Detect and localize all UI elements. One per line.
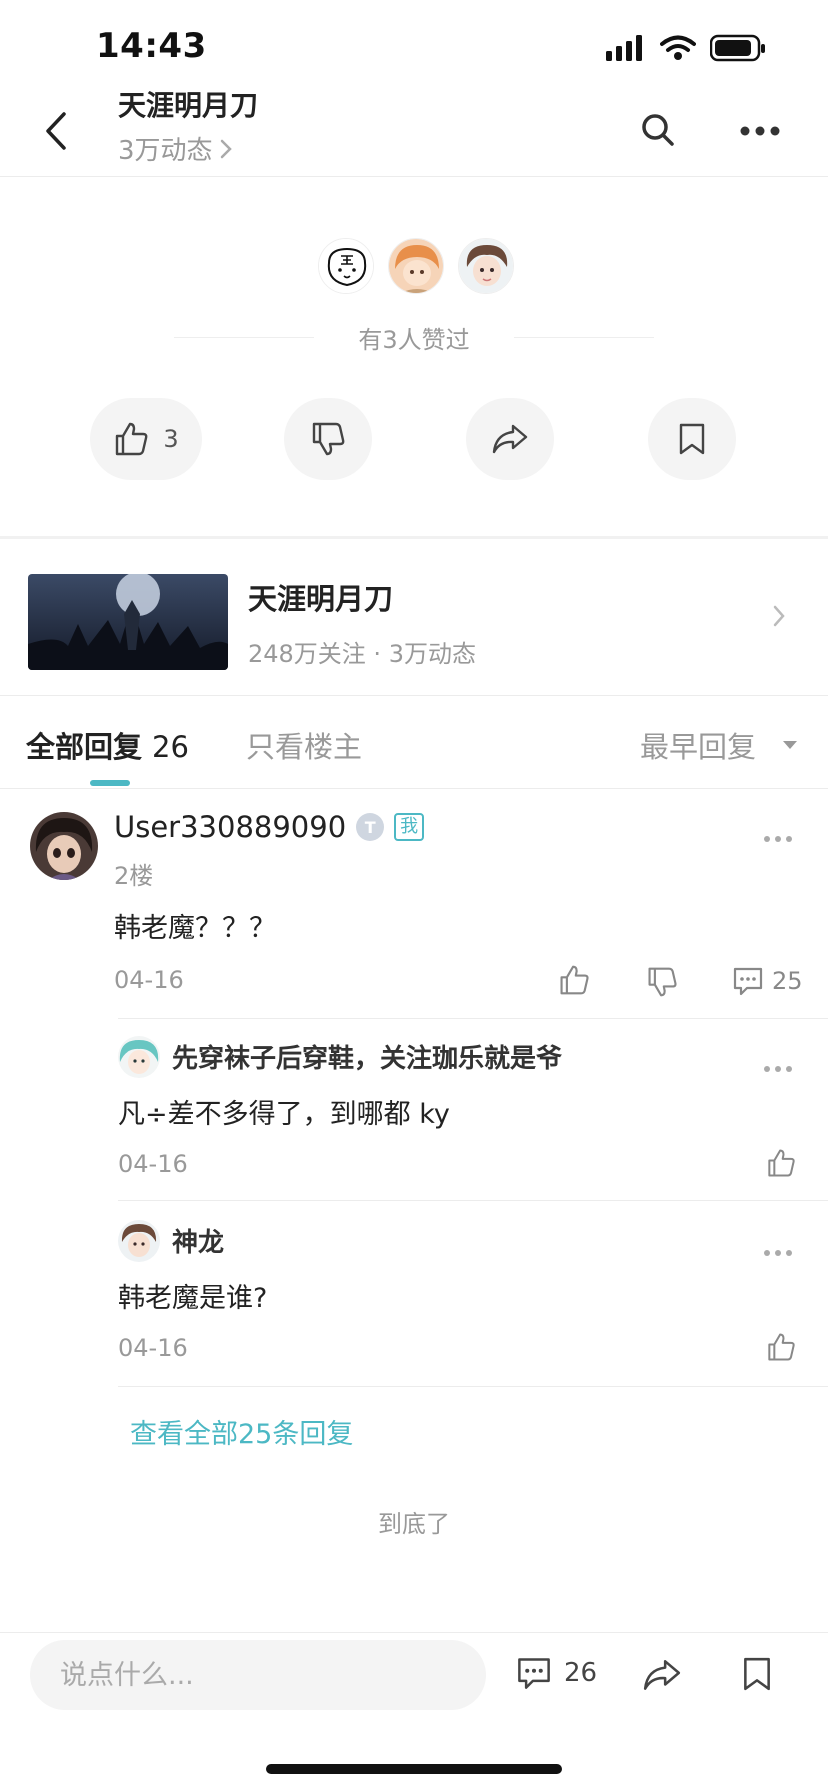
like-button[interactable]: 3 [90,398,202,480]
chevron-right-icon [773,605,785,627]
back-button[interactable] [36,106,76,156]
thumbs-down-icon [312,422,345,456]
page-subtitle[interactable]: 3万动态 [118,130,233,167]
tiger-avatar-icon [319,239,373,293]
tab-all-count: 26 [152,730,189,764]
forum-name[interactable]: 天涯明月刀 [248,576,393,618]
bookmark-button[interactable] [648,398,736,480]
boy-avatar-icon [118,1220,160,1262]
tabs-divider [0,788,828,789]
thumbs-up-icon [768,1333,795,1361]
comment-reply-button[interactable]: 25 [732,966,803,996]
sort-dropdown[interactable]: 最早回复 [640,724,798,766]
liker-avatars[interactable] [318,238,514,294]
status-icons [606,34,766,62]
share-icon [492,424,528,454]
forum-cover-image [28,574,228,670]
search-icon [642,114,674,146]
comment-icon [733,967,763,996]
reply-date: 04-16 [118,1150,188,1178]
nav-divider [0,176,828,177]
more-button[interactable] [740,126,780,136]
bottom-divider [0,1632,828,1633]
sort-label: 最早回复 [640,730,757,764]
comment-more-button[interactable] [764,836,792,842]
comment-reply-count: 25 [772,967,803,995]
reply-divider [118,1200,828,1201]
forum-chevron[interactable] [772,604,786,628]
level-badge: T [356,813,385,841]
view-all-replies-link[interactable]: 查看全部25条回复 [130,1412,353,1451]
tab-active-indicator [90,780,130,786]
reply-username[interactable]: 神龙 [172,1222,224,1259]
dislike-button[interactable] [284,398,372,480]
comment-dislike-button[interactable] [646,966,678,998]
reply-more-button[interactable] [764,1066,792,1072]
reply-divider [118,1018,828,1019]
avatar[interactable] [458,238,514,294]
orange-hair-avatar-icon [389,239,443,293]
page-title[interactable]: 天涯明月刀 [118,84,258,124]
share-icon [643,1660,681,1690]
chevron-right-icon [220,139,232,158]
liked-count-text[interactable]: 有3人赞过 [0,320,828,355]
avatar[interactable] [118,1220,160,1262]
thumbs-up-icon [116,422,148,456]
thumbs-up-icon [768,1149,795,1177]
comment-date: 04-16 [114,966,184,994]
comment-like-button[interactable] [558,964,590,996]
battery-icon [710,34,765,62]
comments-count: 26 [564,1658,598,1688]
thumbs-up-icon [560,965,589,995]
wifi-icon [660,35,696,60]
reply-username[interactable]: 先穿袜子后穿鞋，关注珈乐就是爷 [172,1038,562,1075]
comment-text[interactable]: 韩老魔？？？ [114,906,276,945]
comment-username[interactable]: User330889090 [114,810,346,844]
status-time: 14:43 [96,26,207,66]
teal-hair-avatar-icon [118,1036,160,1078]
bookmark-icon [679,423,705,455]
search-button[interactable] [640,112,676,148]
share-button[interactable] [642,1658,682,1692]
reply-date: 04-16 [118,1334,188,1362]
caret-down-icon [783,741,798,749]
signal-icon [606,35,642,61]
forum-meta: 248万关注 · 3万动态 [248,640,476,668]
forum-cover-icon [28,574,228,670]
chevron-left-icon [46,112,66,150]
forum-divider [0,695,828,696]
reply-more-button[interactable] [764,1250,792,1256]
tab-all-replies[interactable]: 全部回复 26 [26,724,189,766]
subtitle-text: 3万动态 [118,136,213,166]
bookmark-button[interactable] [742,1656,772,1692]
me-badge: 我 [394,813,425,841]
avatar[interactable] [388,238,444,294]
share-button[interactable] [466,398,554,480]
comment-floor: 2楼 [114,862,154,890]
user-avatar-icon [30,812,98,880]
thumbs-down-icon [648,967,677,997]
tab-all-label: 全部回复 [26,730,143,764]
comment-input-box[interactable] [30,1640,486,1710]
comment-username-row[interactable]: User330889090 T 我 [114,810,425,844]
like-count: 3 [163,425,179,453]
comment-input[interactable] [30,1640,486,1710]
home-indicator[interactable] [266,1764,562,1774]
end-of-list-text: 到底了 [378,1510,450,1538]
bookmark-icon [744,1657,770,1691]
avatar[interactable] [118,1036,160,1078]
comment-icon [518,1658,550,1689]
reply-text[interactable]: 韩老魔是谁? [118,1276,267,1315]
boy-avatar-icon [459,239,513,293]
avatar[interactable] [318,238,374,294]
comments-button[interactable]: 26 [516,1656,597,1690]
reply-like-button[interactable] [766,1148,796,1178]
more-icon [740,126,780,136]
reply-text[interactable]: 凡÷差不多得了，到哪都 ky [118,1092,450,1131]
section-divider [0,536,828,539]
tab-owner-only[interactable]: 只看楼主 [246,724,362,766]
avatar[interactable] [30,812,98,880]
reply-divider [118,1386,828,1387]
reply-like-button[interactable] [766,1332,796,1362]
